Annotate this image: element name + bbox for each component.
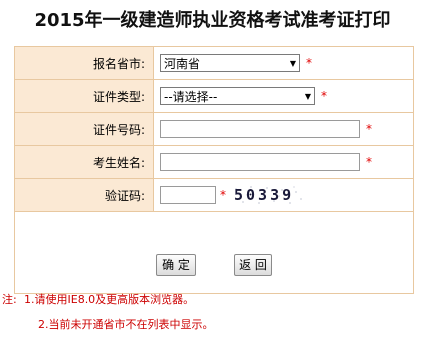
- name-cell: *: [153, 145, 414, 179]
- id-type-select[interactable]: --请选择-- ▼: [160, 87, 315, 105]
- captcha-label: 验证码:: [14, 178, 154, 212]
- name-required-mark: *: [366, 155, 372, 169]
- id-type-label: 证件类型:: [14, 79, 154, 113]
- province-label: 报名省市:: [14, 46, 154, 80]
- note-line-2: 2.当前未开通省市不在列表中显示。: [38, 318, 214, 331]
- name-row: 考生姓名: *: [14, 145, 414, 179]
- province-cell: 河南省 ▼ *: [153, 46, 414, 80]
- note-line-1: 1.请使用IE8.0及更高版本浏览器。: [24, 293, 195, 306]
- id-number-row: 证件号码: *: [14, 112, 414, 146]
- captcha-row: 验证码: * 50339: [14, 178, 414, 212]
- admission-form: 报名省市: 河南省 ▼ * 证件类型: --请选择-- ▼ * 证件号码: *: [14, 46, 414, 294]
- back-button[interactable]: 返 回: [234, 254, 272, 276]
- captcha-image[interactable]: 50339: [232, 184, 304, 206]
- id-type-selected-value: --请选择--: [164, 90, 218, 104]
- captcha-cell: * 50339: [153, 178, 414, 212]
- province-select[interactable]: 河南省 ▼: [160, 54, 300, 72]
- page-title: 2015年一级建造师执业资格考试准考证打印: [34, 10, 391, 31]
- captcha-required-mark: *: [220, 188, 226, 202]
- confirm-button[interactable]: 确 定: [156, 254, 196, 276]
- chevron-down-icon: ▼: [304, 92, 311, 101]
- button-row: [14, 211, 414, 294]
- button-cell: [14, 211, 414, 294]
- id-type-row: 证件类型: --请选择-- ▼ *: [14, 79, 414, 113]
- id-type-required-mark: *: [321, 89, 327, 103]
- province-selected-value: 河南省: [164, 57, 201, 71]
- captcha-text: 50339: [234, 186, 295, 204]
- notes-prefix: 注:: [2, 293, 17, 306]
- province-row: 报名省市: 河南省 ▼ *: [14, 46, 414, 80]
- id-number-input[interactable]: [160, 120, 360, 138]
- name-label: 考生姓名:: [14, 145, 154, 179]
- print-admission-page: 2015年一级建造师执业资格考试准考证打印 报名省市: 河南省 ▼ * 证件类型…: [0, 0, 425, 349]
- id-number-required-mark: *: [366, 122, 372, 136]
- province-required-mark: *: [306, 56, 312, 70]
- captcha-input[interactable]: [160, 186, 216, 204]
- name-input[interactable]: [160, 153, 360, 171]
- id-number-label: 证件号码:: [14, 112, 154, 146]
- id-type-cell: --请选择-- ▼ *: [153, 79, 414, 113]
- chevron-down-icon: ▼: [289, 59, 296, 68]
- id-number-cell: *: [153, 112, 414, 146]
